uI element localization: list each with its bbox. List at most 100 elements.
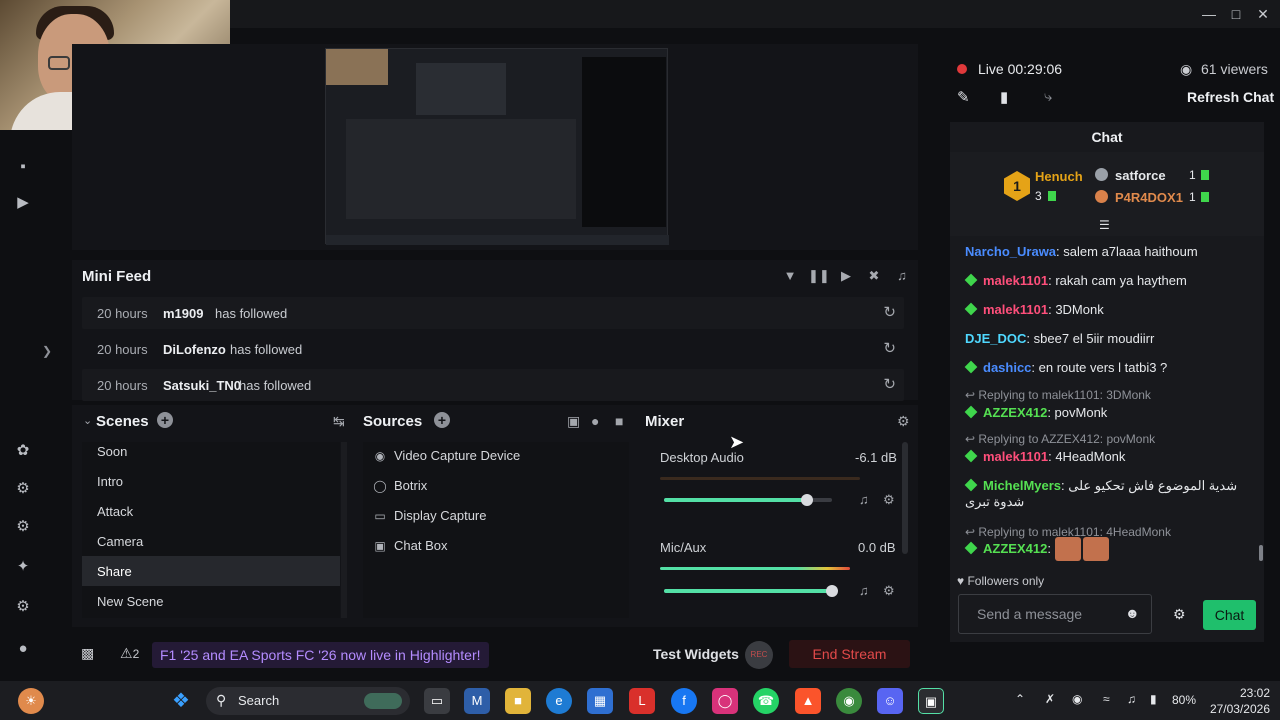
user-icon[interactable]: ● [12, 638, 34, 660]
chat-scrollbar[interactable] [1259, 545, 1263, 561]
pause-icon[interactable]: ❚❚ [808, 266, 830, 286]
speaker-icon[interactable]: ♫ [859, 492, 869, 507]
taskbar-search[interactable]: ⚲ Search [206, 687, 410, 715]
whatsapp-icon[interactable]: ☎ [753, 688, 779, 714]
maximize-icon[interactable]: □ [1226, 4, 1246, 24]
search-icon: ⚲ [216, 692, 227, 708]
chat-username[interactable]: MichelMyers [983, 478, 1061, 493]
end-stream-button[interactable]: End Stream [789, 640, 910, 668]
m365-icon[interactable]: M [464, 688, 490, 714]
layout-icon[interactable]: ▣ [567, 413, 580, 430]
instagram-icon[interactable]: ◯ [712, 688, 738, 714]
chat-username[interactable]: AZZEX412 [983, 405, 1047, 420]
store-icon[interactable]: ▦ [587, 688, 613, 714]
chrome-icon[interactable]: ◉ [836, 688, 862, 714]
emoji-icon[interactable]: ☻ [1125, 605, 1140, 621]
replay-icon[interactable]: ↻ [883, 375, 896, 393]
send-chat-button[interactable]: Chat [1203, 600, 1256, 630]
scene-item[interactable]: Soon [82, 436, 340, 466]
mixer-scrollbar[interactable] [902, 442, 908, 554]
chat-username[interactable]: malek1101 [983, 273, 1048, 288]
app-l-icon[interactable]: L [629, 688, 655, 714]
notification-banner[interactable]: F1 '25 and EA Sports FC '26 now live in … [152, 642, 489, 668]
chat-username[interactable]: dashicc [983, 360, 1031, 375]
battery-icon[interactable]: ▮ [1150, 692, 1157, 706]
facebook-icon[interactable]: f [671, 688, 697, 714]
mute-alerts-icon[interactable]: ✖ [864, 266, 884, 286]
replay-icon[interactable]: ↻ [883, 303, 896, 321]
replay-icon[interactable]: ↻ [883, 339, 896, 357]
volume-icon[interactable]: ♫ [1127, 692, 1136, 706]
add-source-icon[interactable]: + [434, 412, 450, 428]
tools-icon[interactable]: ⚙ [12, 516, 34, 538]
chat-input[interactable]: Send a message ☻ [958, 594, 1152, 634]
volume-slider[interactable] [664, 589, 832, 593]
source-item[interactable]: ◉ Video Capture Device [363, 442, 629, 472]
scene-item-active[interactable]: Share [82, 556, 340, 586]
chat-username[interactable]: malek1101 [983, 449, 1048, 464]
close-icon[interactable]: ✕ [1253, 4, 1273, 24]
scene-item[interactable]: New Scene [82, 586, 340, 616]
chat-message: malek1101: rakah cam ya haythem [964, 273, 1255, 289]
clock-date[interactable]: 27/03/2026 [1200, 702, 1270, 716]
editor-icon[interactable]: ▪ [12, 156, 34, 178]
weather-icon[interactable]: ☀ [18, 688, 44, 714]
streamlabs-icon[interactable]: ▣ [918, 688, 944, 714]
themes-icon[interactable]: ⚙ [12, 478, 34, 500]
brave-icon[interactable]: ▲ [795, 688, 821, 714]
source-item[interactable]: ◯ Botrix [363, 472, 629, 502]
add-scene-icon[interactable]: + [157, 412, 173, 428]
minimize-icon[interactable]: — [1199, 4, 1219, 24]
source-item[interactable]: ▭ Display Capture [363, 502, 629, 532]
chevron-right-icon[interactable]: ❯ [36, 340, 58, 362]
source-item[interactable]: ▣ Chat Box [363, 532, 629, 562]
chat-username[interactable]: malek1101 [983, 302, 1048, 317]
sparkle-icon[interactable]: ✦ [12, 556, 34, 578]
channel-settings-icon[interactable]: ⚙ [883, 583, 895, 599]
wifi-icon[interactable]: ≈ [1103, 692, 1110, 706]
start-icon[interactable]: ❖ [168, 688, 194, 714]
edit-icon[interactable]: ✎ [957, 88, 970, 106]
location-icon[interactable]: ◉ [1072, 692, 1082, 706]
channel-settings-icon[interactable]: ⚙ [883, 492, 895, 508]
volume-slider-knob[interactable] [826, 585, 838, 597]
skip-icon[interactable]: ▶ [836, 266, 856, 286]
volume-slider-fill [664, 498, 807, 502]
chevron-down-icon[interactable]: ⌄ [83, 414, 92, 427]
chat-username[interactable]: AZZEX412 [983, 541, 1047, 556]
feed-time: 20 hours [97, 342, 148, 357]
scene-item[interactable]: Camera [82, 526, 340, 556]
clock-time[interactable]: 23:02 [1212, 686, 1270, 700]
scenes-scrollbar[interactable] [341, 442, 347, 618]
edge-icon[interactable]: e [546, 688, 572, 714]
expand-leaderboard-icon[interactable]: ☰ [1099, 218, 1110, 232]
settings-icon[interactable]: ⚙ [12, 596, 34, 618]
apps-icon[interactable]: ✿ [12, 440, 34, 462]
mixer-settings-icon[interactable]: ⚙ [897, 413, 910, 430]
scene-item[interactable]: Intro [82, 466, 340, 496]
camera-icon[interactable]: ● [591, 413, 599, 429]
folder-icon[interactable]: ■ [615, 413, 623, 429]
chat-username[interactable]: DJE_DOC [965, 331, 1026, 346]
dashboard-icon[interactable]: ▮ [1000, 88, 1008, 106]
filter-icon[interactable]: ▼ [780, 266, 800, 286]
test-widgets-button[interactable]: Test Widgets [653, 646, 739, 662]
file-explorer-icon[interactable]: ■ [505, 688, 531, 714]
warning-icon[interactable]: ⚠2 [120, 645, 139, 662]
volume-icon[interactable]: ♫ [892, 266, 912, 286]
rec-button[interactable]: REC [745, 641, 773, 669]
volume-slider-knob[interactable] [800, 494, 813, 506]
play-icon[interactable]: ▶ [12, 192, 34, 214]
stats-icon[interactable]: ▩ [81, 645, 94, 662]
transition-icon[interactable]: ↹ [333, 413, 345, 430]
task-view-icon[interactable]: ▭ [424, 688, 450, 714]
discord-icon[interactable]: ☺ [877, 688, 903, 714]
refresh-chat-button[interactable]: Refresh Chat [1187, 89, 1274, 105]
network-off-icon[interactable]: ✗ [1045, 692, 1055, 706]
share-icon[interactable]: ⤷ [1044, 88, 1052, 105]
scene-item[interactable]: Attack [82, 496, 340, 526]
speaker-icon[interactable]: ♫ [859, 583, 869, 598]
chevron-up-icon[interactable]: ⌃ [1015, 692, 1025, 706]
chat-settings-icon[interactable]: ⚙ [1173, 606, 1186, 623]
chat-username[interactable]: Narcho_Urawa [965, 244, 1056, 259]
